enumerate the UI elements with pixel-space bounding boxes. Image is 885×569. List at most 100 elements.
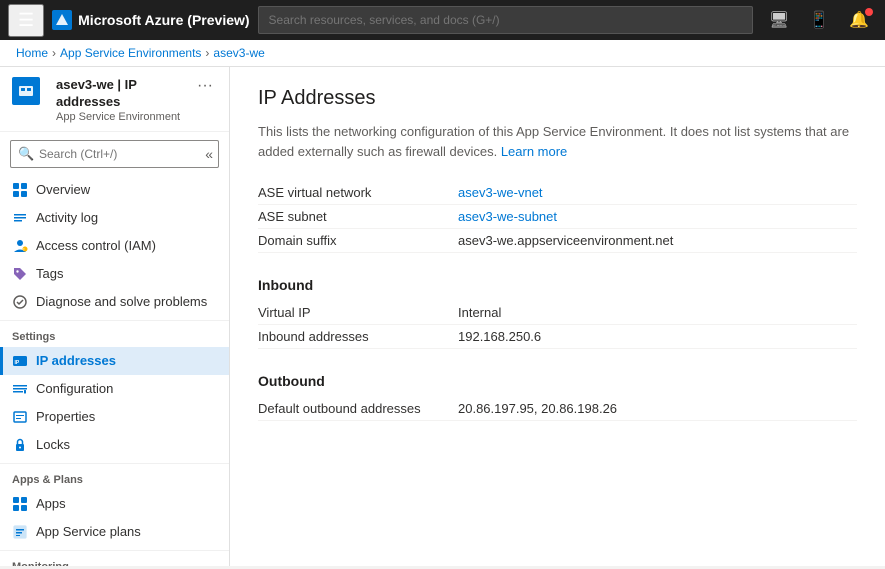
sidebar-search-icon: 🔍 bbox=[18, 146, 34, 162]
notification-badge bbox=[865, 8, 873, 16]
app-name-label: Microsoft Azure (Preview) bbox=[78, 12, 249, 28]
sidebar-navigation: Overview Activity log ! Access control (… bbox=[0, 176, 229, 566]
sidebar-item-access-control[interactable]: ! Access control (IAM) bbox=[0, 232, 229, 260]
inbound-table: Virtual IP Internal Inbound addresses 19… bbox=[258, 301, 857, 349]
topnav: ☰ Microsoft Azure (Preview) 🖥 📱 🔔 bbox=[0, 0, 885, 40]
activity-log-label: Activity log bbox=[36, 210, 98, 225]
sidebar-title-row: asev3-we | IP addresses App Service Envi… bbox=[12, 77, 217, 123]
apps-label: Apps bbox=[36, 496, 66, 511]
ase-vnet-label: ASE virtual network bbox=[258, 185, 458, 200]
default-outbound-label: Default outbound addresses bbox=[258, 401, 458, 416]
sidebar-item-diagnose[interactable]: Diagnose and solve problems bbox=[0, 288, 229, 316]
sidebar-item-overview[interactable]: Overview bbox=[0, 176, 229, 204]
page-layout: asev3-we | IP addresses App Service Envi… bbox=[0, 67, 885, 566]
azure-icon bbox=[55, 13, 69, 27]
monitoring-section-label: Monitoring bbox=[0, 550, 229, 566]
locks-label: Locks bbox=[36, 437, 70, 452]
table-row: ASE subnet asev3-we-subnet bbox=[258, 205, 857, 229]
sidebar-search-container: 🔍 « bbox=[0, 132, 229, 176]
sidebar-collapse-button[interactable]: « bbox=[199, 144, 219, 164]
global-search-container bbox=[258, 6, 753, 34]
portal-icon-button[interactable]: 🖥 bbox=[761, 6, 797, 34]
learn-more-link[interactable]: Learn more bbox=[501, 144, 567, 159]
sidebar-item-ip-addresses[interactable]: IP IP addresses bbox=[0, 347, 229, 375]
svg-text:IP: IP bbox=[15, 360, 20, 366]
resource-more-button[interactable]: ··· bbox=[193, 77, 217, 95]
inbound-addresses-label: Inbound addresses bbox=[258, 329, 458, 344]
tags-label: Tags bbox=[36, 266, 63, 281]
notifications-button[interactable]: 🔔 bbox=[841, 6, 877, 34]
breadcrumb-sep-1: › bbox=[52, 46, 56, 60]
sidebar-item-configuration[interactable]: Configuration bbox=[0, 375, 229, 403]
virtual-ip-value: Internal bbox=[458, 305, 501, 320]
sidebar-item-locks[interactable]: Locks bbox=[0, 431, 229, 459]
overview-icon bbox=[12, 182, 28, 198]
sidebar-item-activity-log[interactable]: Activity log bbox=[0, 204, 229, 232]
ase-vnet-value: asev3-we-vnet bbox=[458, 185, 543, 200]
overview-label: Overview bbox=[36, 182, 90, 197]
default-outbound-value: 20.86.197.95, 20.86.198.26 bbox=[458, 401, 617, 416]
table-row: Default outbound addresses 20.86.197.95,… bbox=[258, 397, 857, 421]
app-logo: Microsoft Azure (Preview) bbox=[52, 10, 249, 30]
plans-icon bbox=[12, 524, 28, 540]
table-row: Virtual IP Internal bbox=[258, 301, 857, 325]
mobile-icon-button[interactable]: 📱 bbox=[801, 6, 837, 34]
sidebar: asev3-we | IP addresses App Service Envi… bbox=[0, 67, 230, 566]
sidebar-search-input[interactable] bbox=[10, 140, 219, 168]
app-service-plans-label: App Service plans bbox=[36, 524, 141, 539]
sidebar-item-app-service-plans[interactable]: App Service plans bbox=[0, 518, 229, 546]
resource-subtitle: App Service Environment bbox=[56, 111, 185, 123]
apps-plans-section-label: Apps & Plans bbox=[0, 463, 229, 490]
activity-log-icon bbox=[12, 210, 28, 226]
domain-suffix-value: asev3-we.appserviceenvironment.net bbox=[458, 233, 673, 248]
page-title: IP Addresses bbox=[258, 87, 857, 110]
ase-subnet-value: asev3-we-subnet bbox=[458, 209, 557, 224]
sidebar-title-text: asev3-we | IP addresses App Service Envi… bbox=[56, 77, 185, 123]
diagnose-label: Diagnose and solve problems bbox=[36, 294, 207, 309]
configuration-icon bbox=[12, 381, 28, 397]
access-control-label: Access control (IAM) bbox=[36, 238, 156, 253]
iam-icon: ! bbox=[12, 238, 28, 254]
sidebar-item-tags[interactable]: Tags bbox=[0, 260, 229, 288]
sidebar-header: asev3-we | IP addresses App Service Envi… bbox=[0, 67, 229, 132]
breadcrumb-sep-2: › bbox=[205, 46, 209, 60]
hamburger-button[interactable]: ☰ bbox=[8, 4, 44, 37]
svg-text:!: ! bbox=[23, 246, 24, 251]
sidebar-item-properties[interactable]: Properties bbox=[0, 403, 229, 431]
tags-icon bbox=[12, 266, 28, 282]
breadcrumb: Home › App Service Environments › asev3-… bbox=[0, 40, 885, 67]
resource-title: asev3-we | IP addresses bbox=[56, 77, 185, 111]
main-content: IP Addresses This lists the networking c… bbox=[230, 67, 885, 566]
azure-logo-icon bbox=[52, 10, 72, 30]
diagnose-icon bbox=[12, 294, 28, 310]
page-description: This lists the networking configuration … bbox=[258, 122, 857, 161]
properties-label: Properties bbox=[36, 409, 95, 424]
apps-icon bbox=[12, 496, 28, 512]
properties-icon bbox=[12, 409, 28, 425]
locks-icon bbox=[12, 437, 28, 453]
inbound-addresses-value: 192.168.250.6 bbox=[458, 329, 541, 344]
inbound-section-title: Inbound bbox=[258, 277, 857, 293]
domain-suffix-label: Domain suffix bbox=[258, 233, 458, 248]
outbound-table: Default outbound addresses 20.86.197.95,… bbox=[258, 397, 857, 421]
settings-section-label: Settings bbox=[0, 320, 229, 347]
breadcrumb-current[interactable]: asev3-we bbox=[213, 46, 264, 60]
ip-addresses-label: IP addresses bbox=[36, 353, 116, 368]
outbound-section-title: Outbound bbox=[258, 373, 857, 389]
ase-icon bbox=[18, 83, 34, 99]
ase-subnet-link[interactable]: asev3-we-subnet bbox=[458, 209, 557, 224]
global-search-input[interactable] bbox=[258, 6, 753, 34]
table-row: Domain suffix asev3-we.appserviceenviron… bbox=[258, 229, 857, 253]
table-row: Inbound addresses 192.168.250.6 bbox=[258, 325, 857, 349]
network-info-table: ASE virtual network asev3-we-vnet ASE su… bbox=[258, 181, 857, 253]
configuration-label: Configuration bbox=[36, 381, 113, 396]
ip-addresses-icon: IP bbox=[12, 353, 28, 369]
breadcrumb-ase[interactable]: App Service Environments bbox=[60, 46, 201, 60]
table-row: ASE virtual network asev3-we-vnet bbox=[258, 181, 857, 205]
ase-vnet-link[interactable]: asev3-we-vnet bbox=[458, 185, 543, 200]
topnav-icon-group: 🖥 📱 🔔 bbox=[761, 6, 877, 34]
virtual-ip-label: Virtual IP bbox=[258, 305, 458, 320]
resource-icon bbox=[12, 77, 40, 105]
breadcrumb-home[interactable]: Home bbox=[16, 46, 48, 60]
sidebar-item-apps[interactable]: Apps bbox=[0, 490, 229, 518]
